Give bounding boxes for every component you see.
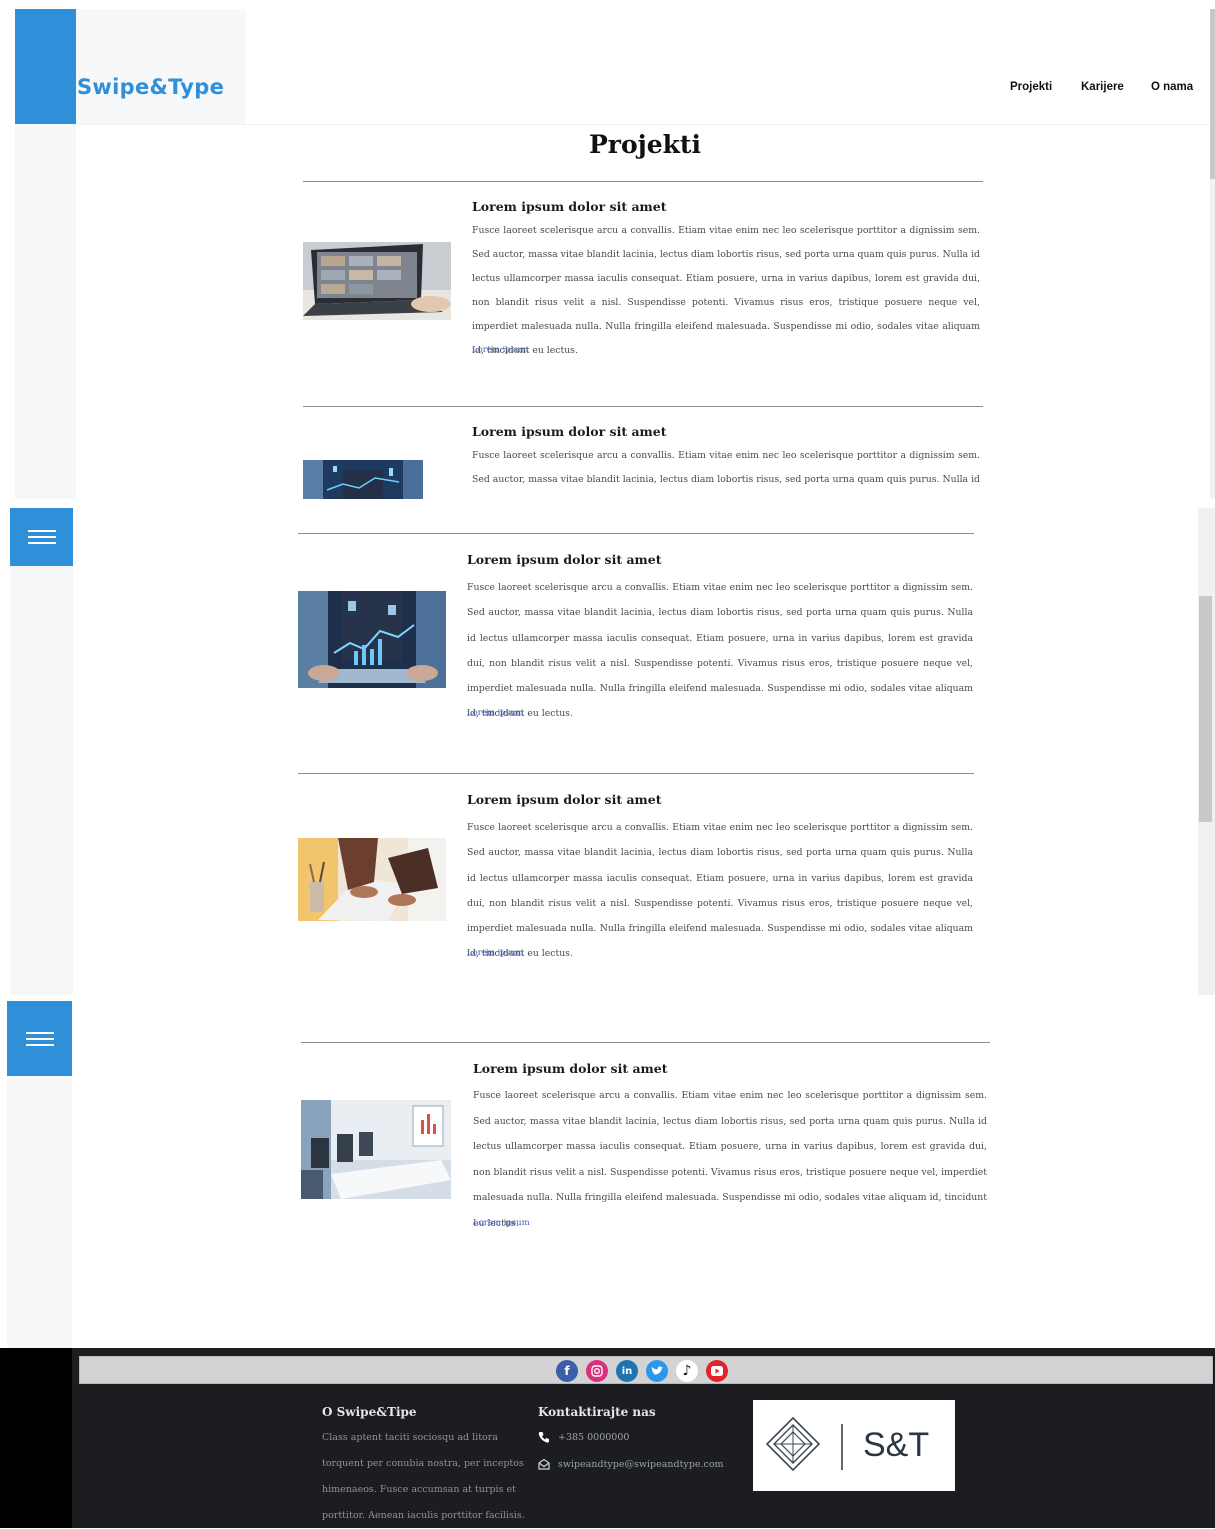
- project-link[interactable]: Lorem ipsum: [472, 345, 529, 355]
- instagram-icon[interactable]: [586, 1360, 608, 1382]
- screenshot-panel-3: Lorem ipsum dolor sit amet Fusce laoreet…: [7, 1001, 1215, 1348]
- instagram-glyph: [591, 1365, 603, 1377]
- project-image-meeting-room[interactable]: [301, 1100, 451, 1199]
- project-title: Lorem ipsum dolor sit amet: [472, 199, 667, 214]
- footer-email[interactable]: swipeandtype@swipeandtype.com: [538, 1458, 724, 1470]
- phone-number: +385 0000000: [558, 1431, 630, 1443]
- youtube-icon[interactable]: [706, 1360, 728, 1382]
- menu-button[interactable]: [10, 508, 73, 566]
- logo-area: [76, 9, 246, 124]
- envelope-icon: [538, 1458, 550, 1470]
- tiktok-icon[interactable]: ♪: [676, 1360, 698, 1382]
- site-logo[interactable]: Swipe&Type: [77, 75, 224, 99]
- project-divider: [303, 406, 983, 407]
- nav-o-nama[interactable]: O nama: [1151, 81, 1193, 93]
- email-address: swipeandtype@swipeandtype.com: [558, 1458, 724, 1470]
- project-title: Lorem ipsum dolor sit amet: [467, 552, 662, 567]
- menu-button[interactable]: [7, 1001, 72, 1076]
- project-description: Fusce laoreet scelerisque arcu a convall…: [467, 822, 973, 960]
- project-divider: [301, 1042, 990, 1043]
- brand-logo: S&T: [765, 1416, 929, 1472]
- nav-projekti[interactable]: Projekti: [1010, 81, 1052, 93]
- diamond-emblem-icon: [765, 1416, 821, 1472]
- project-divider: [303, 181, 983, 182]
- hamburger-icon: [27, 528, 56, 546]
- screenshot-panel-1: Swipe&Type Projekti Karijere O nama Proj…: [15, 9, 1215, 499]
- project-title: Lorem ipsum dolor sit amet: [472, 424, 667, 439]
- brand-mark-text: S&T: [863, 1426, 929, 1464]
- project-description: Fusce laoreet scelerisque arcu a convall…: [473, 1090, 987, 1229]
- footer-phone[interactable]: +385 0000000: [538, 1431, 629, 1443]
- teamwork-image: [298, 838, 446, 921]
- project-image-hologram[interactable]: [303, 460, 423, 499]
- footer-about-text: Class aptent taciti sociosqu ad litora t…: [322, 1432, 525, 1521]
- linkedin-icon[interactable]: in: [616, 1360, 638, 1382]
- page-title: Projekti: [589, 130, 701, 159]
- side-strip: [10, 508, 73, 995]
- nav-karijere[interactable]: Karijere: [1081, 81, 1124, 93]
- project-image-teamwork[interactable]: [298, 838, 446, 921]
- meeting-room-image: [301, 1100, 451, 1199]
- scrollbar-thumb[interactable]: [1199, 596, 1212, 822]
- project-description: Fusce laoreet scelerisque arcu a convall…: [467, 582, 973, 720]
- twitter-icon[interactable]: [646, 1360, 668, 1382]
- project-title: Lorem ipsum dolor sit amet: [473, 1061, 668, 1076]
- project-image-hologram[interactable]: [298, 591, 446, 688]
- laptop-image: [303, 242, 451, 320]
- project-link[interactable]: Lorem ipsum: [467, 708, 524, 718]
- project-link[interactable]: Lorem ipsum: [467, 948, 524, 958]
- project-image-laptop[interactable]: [303, 242, 451, 320]
- footer-contact-title: Kontaktirajte nas: [538, 1405, 656, 1419]
- logo-accent-block: [15, 9, 76, 124]
- screenshot-panel-2: Lorem ipsum dolor sit amet Fusce laoreet…: [10, 508, 1215, 995]
- twitter-glyph: [651, 1366, 663, 1375]
- header-divider: [76, 124, 1215, 125]
- scrollbar-thumb[interactable]: [1210, 9, 1215, 179]
- project-link[interactable]: Lorem ipsum: [473, 1218, 530, 1228]
- project-description: Fusce laoreet scelerisque arcu a convall…: [472, 450, 980, 499]
- footer-about-title: O Swipe&Tipe: [322, 1405, 417, 1419]
- youtube-glyph: [711, 1366, 723, 1376]
- facebook-icon[interactable]: f: [556, 1360, 578, 1382]
- hologram-image: [298, 591, 446, 688]
- project-description: Fusce laoreet scelerisque arcu a convall…: [472, 225, 980, 356]
- brand-logo-box: S&T: [753, 1400, 955, 1491]
- hamburger-icon: [25, 1030, 54, 1048]
- project-divider: [298, 773, 974, 774]
- phone-icon: [538, 1432, 549, 1443]
- hologram-image: [303, 460, 423, 499]
- project-title: Lorem ipsum dolor sit amet: [467, 792, 662, 807]
- project-divider: [298, 533, 974, 534]
